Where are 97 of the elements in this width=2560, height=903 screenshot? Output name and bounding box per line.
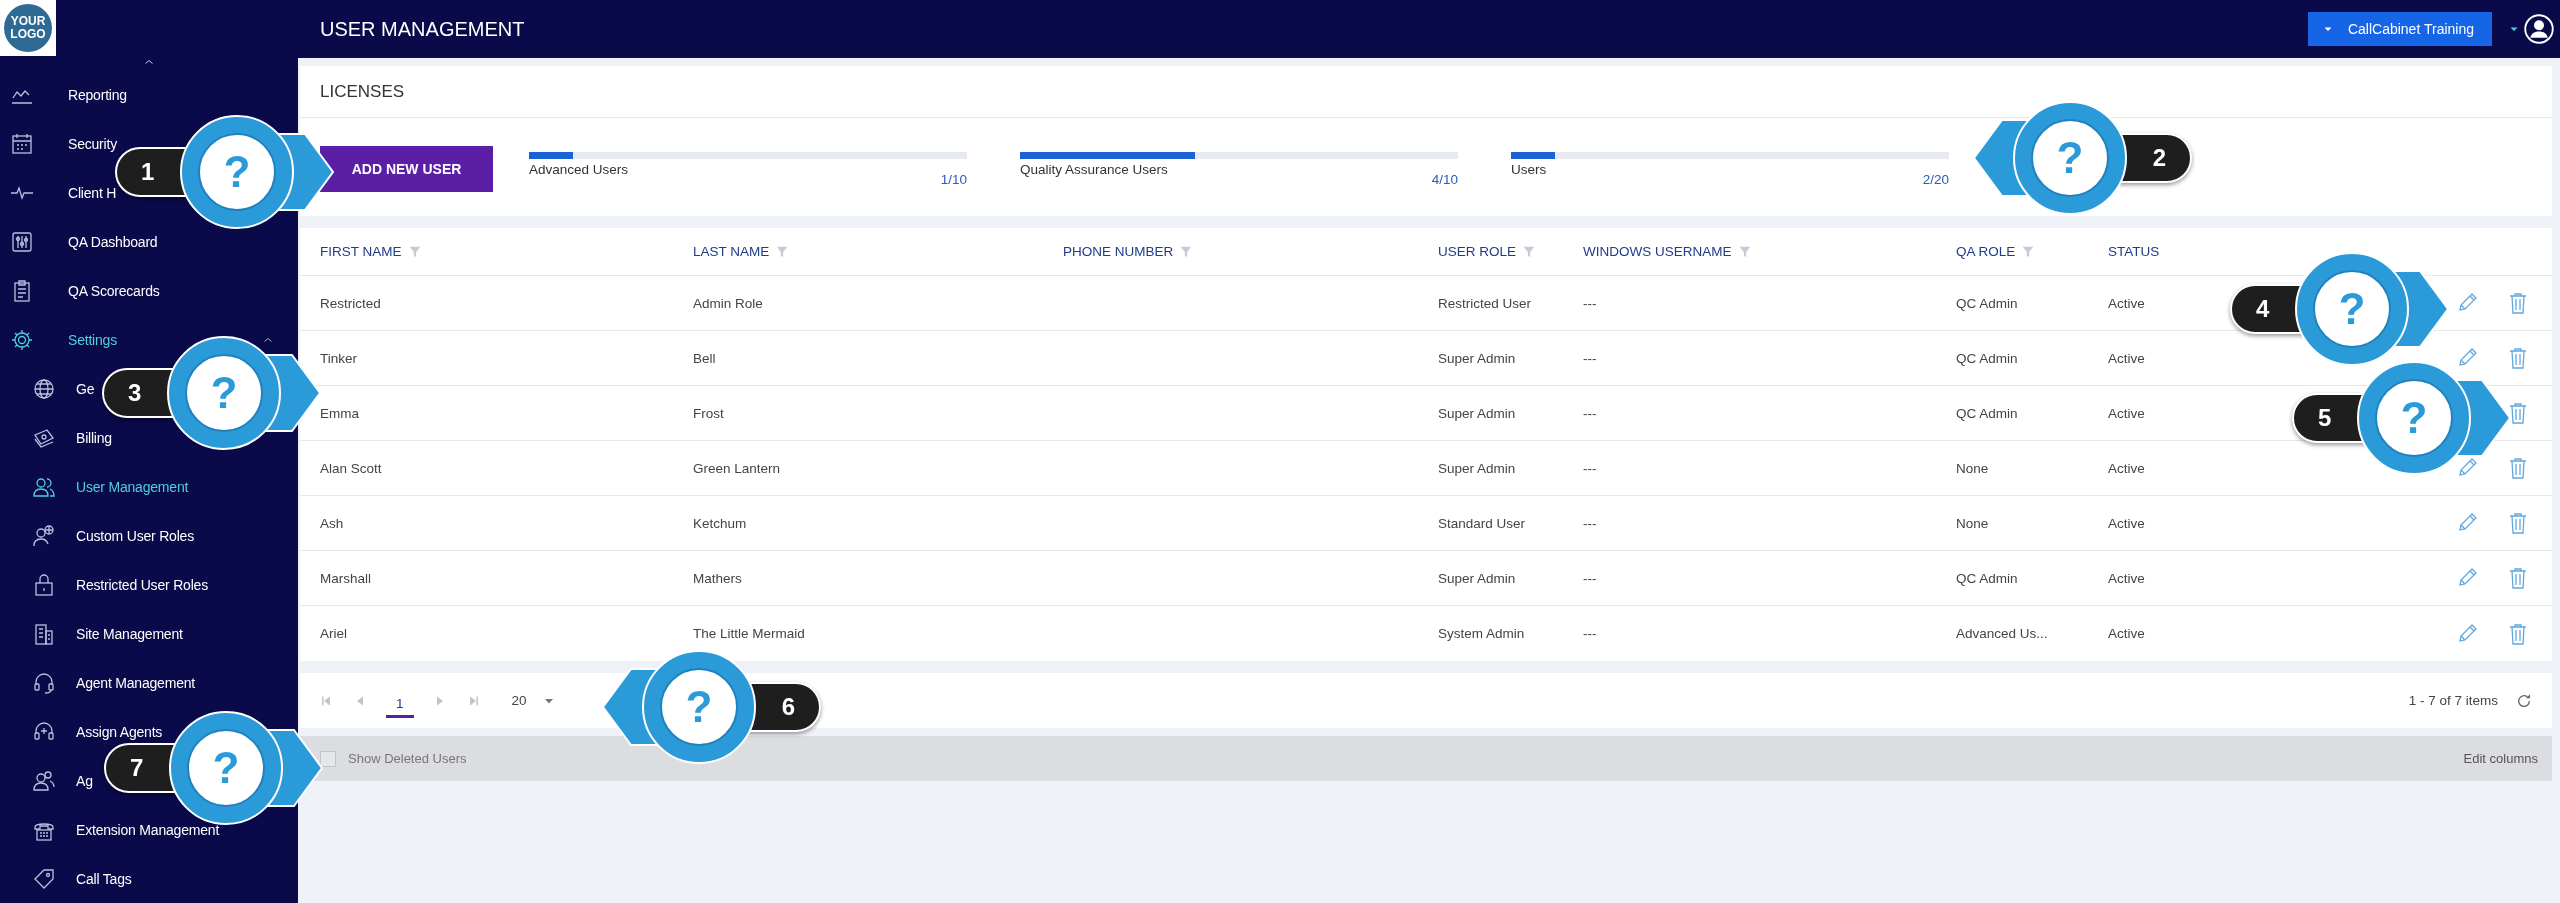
page-number[interactable]: 1 (386, 689, 414, 718)
table-cell: Active (2108, 295, 2145, 311)
license-count: 1/10 (940, 171, 967, 187)
table-cell: --- (1583, 460, 1597, 476)
meter-label: Users (1511, 162, 1548, 179)
sidebar-item[interactable]: User Management (76, 478, 189, 495)
help-callout: ? (177, 112, 337, 232)
column-header[interactable]: FIRST NAME (320, 244, 402, 259)
table-cell: Active (2108, 405, 2145, 421)
table-cell: QC Admin (1956, 295, 2018, 311)
page-size-dropdown[interactable]: 20 (511, 693, 527, 708)
sidebar-item[interactable]: Assign Agents (76, 723, 163, 740)
headset-icon (32, 670, 56, 695)
table-cell: --- (1583, 350, 1597, 366)
sidebar-item[interactable]: QA Dashboard (68, 233, 158, 250)
column-header[interactable]: PHONE NUMBER (1063, 244, 1174, 259)
table-cell: Super Admin (1438, 460, 1516, 476)
add-user-button[interactable]: ADD NEW USER (320, 146, 493, 192)
sliders-icon (10, 229, 34, 254)
tag-icon (32, 866, 56, 891)
table-cell: Frost (693, 405, 724, 421)
table-cell: Standard User (1438, 515, 1526, 531)
avatar-icon[interactable] (2524, 14, 2554, 44)
gear-icon (10, 327, 34, 352)
globe-icon (32, 376, 56, 401)
sidebar-item[interactable]: QA Scorecards (68, 282, 160, 299)
table-cell: Emma (320, 405, 359, 421)
calendar-icon (10, 131, 34, 156)
sidebar-item[interactable]: Billing (76, 429, 112, 446)
table-cell: Super Admin (1438, 350, 1516, 366)
checkbox-label: Show Deleted Users (348, 751, 467, 766)
table-cell: Marshall (320, 570, 371, 586)
page-title: USER MANAGEMENT (320, 17, 526, 41)
table-cell: Active (2108, 570, 2145, 586)
account-button[interactable]: CallCabinet Training (2307, 12, 2492, 46)
table-cell: Active (2108, 626, 2145, 641)
license-count: 4/10 (1431, 171, 1458, 187)
column-header[interactable]: QA ROLE (1956, 244, 2016, 259)
sidebar-item[interactable]: Ag (76, 772, 93, 789)
table-cell: System Admin (1438, 626, 1525, 641)
users-icon (32, 768, 56, 793)
license-count: 2/20 (1922, 171, 1949, 187)
sidebar-item[interactable]: Custom User Roles (76, 527, 194, 544)
table-cell: Active (2108, 515, 2145, 531)
column-header[interactable]: USER ROLE (1438, 244, 1517, 259)
sidebar-item[interactable]: Security (68, 135, 117, 152)
column-header[interactable]: WINDOWS USERNAME (1583, 244, 1732, 259)
table-cell: Super Admin (1438, 405, 1516, 421)
sidebar-item[interactable]: Call Tags (76, 870, 132, 887)
table-cell: --- (1583, 405, 1597, 421)
table-cell: None (1956, 515, 1989, 531)
table-cell: --- (1583, 570, 1597, 586)
table-cell: Ash (320, 515, 344, 531)
table-cell: --- (1583, 626, 1597, 641)
padlock-icon (32, 572, 56, 597)
table-cell: Bell (693, 350, 716, 366)
sidebar-item[interactable]: Site Management (76, 625, 183, 642)
table-cell: Admin Role (693, 295, 763, 311)
sidebar-item[interactable]: Reporting (68, 86, 127, 103)
last-page-icon[interactable] (467, 694, 480, 707)
sidebar-item[interactable]: Settings (68, 331, 117, 348)
section-title: LICENSES (320, 81, 405, 102)
table-cell: Advanced Us... (1956, 626, 2048, 641)
table-cell: Active (2108, 350, 2145, 366)
sidebar-item[interactable]: Client H (68, 184, 117, 201)
edit-columns-link[interactable]: Edit columns (2463, 751, 2538, 766)
table-cell: Super Admin (1438, 570, 1516, 586)
table-cell: Tinker (320, 350, 357, 366)
person-globe-icon (32, 523, 56, 548)
table-cell: QC Admin (1956, 350, 2018, 366)
checkbox[interactable] (320, 750, 336, 767)
table-cell: Restricted User (1438, 295, 1532, 311)
item-count: 1 - 7 of 7 items (2408, 693, 2498, 708)
table-cell: Ketchum (693, 515, 747, 531)
sidebar-item[interactable]: Restricted User Roles (76, 576, 208, 593)
column-header[interactable]: LAST NAME (693, 244, 770, 259)
table-cell: Ariel (320, 626, 347, 641)
table-cell: Green Lantern (693, 460, 781, 476)
table-cell: QC Admin (1956, 570, 2018, 586)
table-cell: Mathers (693, 570, 742, 586)
table-cell: Alan Scott (320, 460, 382, 476)
table-cell: Restricted (320, 295, 381, 311)
meter-label: Quality Assurance Users (1020, 162, 1169, 179)
table-cell: QC Admin (1956, 405, 2018, 421)
table-cell: The Little Mermaid (693, 626, 805, 641)
sidebar-item[interactable]: Agent Management (76, 674, 195, 691)
table-cell: None (1956, 460, 1989, 476)
meter-label: Advanced Users (529, 162, 630, 179)
logo[interactable]: YOUR LOGO (4, 4, 52, 52)
first-page-icon[interactable] (320, 694, 332, 707)
table-cell: --- (1583, 515, 1597, 531)
column-header[interactable]: STATUS (2108, 244, 2160, 259)
table-cell: Active (2108, 460, 2145, 476)
refresh-icon[interactable] (2516, 692, 2532, 709)
table-cell: --- (1583, 295, 1597, 311)
sidebar-item[interactable]: Ge (76, 380, 95, 397)
building-icon (32, 621, 56, 646)
